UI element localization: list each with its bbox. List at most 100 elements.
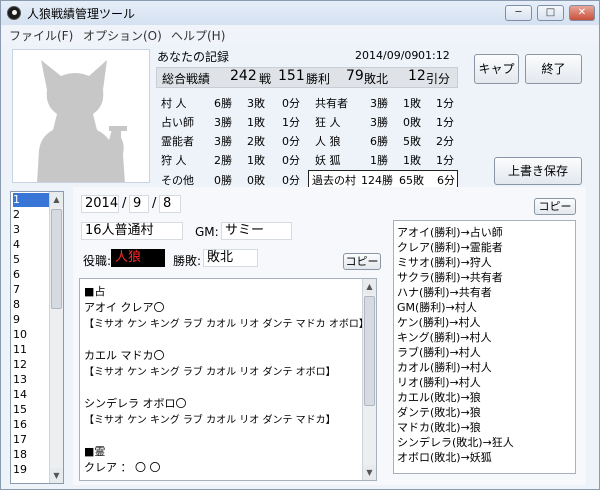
list-item[interactable]: 19 xyxy=(13,463,49,477)
window-title: 人狼戦績管理ツール xyxy=(27,7,136,21)
avatar xyxy=(12,49,150,183)
role-wins: 3勝 xyxy=(370,97,388,110)
list-item[interactable]: 7 xyxy=(13,283,49,297)
role-name: 人 狼 xyxy=(315,135,341,148)
role-draws: 0分 xyxy=(282,174,300,187)
app-icon xyxy=(7,6,21,20)
list-item[interactable]: 15 xyxy=(13,403,49,417)
role-wins: 0勝 xyxy=(214,174,232,187)
total-games-unit: 戦 xyxy=(259,72,272,86)
role-draws: 1分 xyxy=(436,116,454,129)
role-row: 共有者 3勝 1敗 1分 xyxy=(315,95,460,115)
role-wins: 3勝 xyxy=(214,116,232,129)
role-losses: 0敗 xyxy=(247,174,265,187)
notes-scrollbar[interactable]: ▲ ▼ xyxy=(362,279,376,480)
scroll-up-arrow-icon[interactable]: ▲ xyxy=(50,192,63,207)
results-textarea[interactable]: アオイ(勝利)→占い師 クレア(勝利)→霊能者 ミサオ(勝利)→狩人 サクラ(勝… xyxy=(393,220,576,474)
minimize-button[interactable]: ─ xyxy=(505,5,532,21)
role-name: 狩 人 xyxy=(161,154,187,167)
list-item[interactable]: 9 xyxy=(13,313,49,327)
menu-options[interactable]: オプション(O) xyxy=(83,27,162,44)
role-draws: 0分 xyxy=(282,135,300,148)
list-item[interactable]: 1 xyxy=(13,193,49,207)
role-row: 妖 狐 1勝 1敗 1分 xyxy=(315,152,460,172)
role-row: 占い師 3勝 1敗 1分 xyxy=(161,114,306,134)
past-draws: 6分 xyxy=(437,174,455,187)
list-item[interactable]: 14 xyxy=(13,388,49,402)
result-line: クレア(勝利)→霊能者 xyxy=(397,241,503,254)
menu-help[interactable]: ヘルプ(H) xyxy=(171,27,225,44)
date-separator: / xyxy=(122,196,127,211)
close-button[interactable]: ✕ xyxy=(569,5,595,21)
year-field[interactable]: 2014 xyxy=(81,195,119,213)
role-losses: 3敗 xyxy=(247,97,265,110)
past-label: 過去の村 xyxy=(312,174,356,187)
result-line: ハナ(勝利)→共有者 xyxy=(397,286,492,299)
list-item[interactable]: 6 xyxy=(13,268,49,282)
notes-line: アオイ クレア〇 xyxy=(84,301,165,314)
game-list-scrollbar[interactable]: ▲ ▼ xyxy=(49,192,63,483)
title-bar: 人狼戦績管理ツール ─ □ ✕ xyxy=(1,1,599,25)
role-wins: 3勝 xyxy=(370,116,388,129)
role-draws: 0分 xyxy=(282,97,300,110)
notes-line: ■占 xyxy=(84,285,106,298)
total-draws-unit: 引分 xyxy=(426,72,451,86)
role-losses: 2敗 xyxy=(247,135,265,148)
maximize-button[interactable]: □ xyxy=(537,5,564,21)
scroll-down-arrow-icon[interactable]: ▼ xyxy=(50,468,63,483)
role-label: 役職: xyxy=(83,254,112,268)
role-draws: 1分 xyxy=(436,154,454,167)
result-line: キング(勝利)→村人 xyxy=(397,331,492,344)
total-draws: 12 xyxy=(408,68,426,84)
gm-label: GM: xyxy=(195,225,219,239)
month-field[interactable]: 9 xyxy=(129,195,149,213)
role-name: 狂 人 xyxy=(315,116,341,129)
copy-notes-button[interactable]: コピー xyxy=(343,253,381,270)
list-item[interactable]: 5 xyxy=(13,253,49,267)
app-window: 人狼戦績管理ツール ─ □ ✕ ファイル(F) オプション(O) ヘルプ(H) … xyxy=(0,0,600,490)
scroll-thumb[interactable] xyxy=(364,296,375,406)
total-games: 242 xyxy=(230,68,257,84)
result-line: ラブ(勝利)→村人 xyxy=(397,346,481,359)
result-line: カエル(敗北)→狼 xyxy=(397,391,481,404)
list-item[interactable]: 3 xyxy=(13,223,49,237)
role-row: 霊能者 3勝 2敗 0分 xyxy=(161,133,306,153)
list-item[interactable]: 16 xyxy=(13,418,49,432)
menu-bar: ファイル(F) オプション(O) ヘルプ(H) xyxy=(1,25,599,44)
day-field[interactable]: 8 xyxy=(159,195,181,213)
role-row: 人 狼 6勝 5敗 2分 xyxy=(315,133,460,153)
list-item[interactable]: 17 xyxy=(13,433,49,447)
notes-line: シンデレラ オボロ〇 xyxy=(84,397,187,410)
game-list[interactable]: 1 2 3 4 5 6 7 8 9 10 11 12 13 14 15 16 1… xyxy=(10,191,64,484)
result-line: リオ(勝利)→村人 xyxy=(397,376,481,389)
capture-button[interactable]: キャプ xyxy=(474,54,519,84)
list-item[interactable]: 4 xyxy=(13,238,49,252)
record-date: 2014/09/09 xyxy=(355,49,419,62)
list-item[interactable]: 11 xyxy=(13,343,49,357)
role-name: その他 xyxy=(161,174,194,187)
gm-field[interactable]: サミー xyxy=(221,222,292,240)
scroll-thumb[interactable] xyxy=(51,209,62,309)
village-field[interactable]: 16人普通村 xyxy=(81,222,183,240)
result-field[interactable]: 敗北 xyxy=(203,249,258,267)
scroll-down-arrow-icon[interactable]: ▼ xyxy=(363,465,376,480)
scroll-up-arrow-icon[interactable]: ▲ xyxy=(363,279,376,294)
role-losses: 5敗 xyxy=(403,135,421,148)
role-draws: 0分 xyxy=(282,154,300,167)
main-content: あなたの記録 2014/09/09 01:12 総合戦績 242 戦 151 勝… xyxy=(1,44,599,489)
menu-file[interactable]: ファイル(F) xyxy=(9,27,73,44)
overwrite-save-button[interactable]: 上書き保存 xyxy=(494,157,582,185)
copy-results-button[interactable]: コピー xyxy=(534,198,576,215)
list-item[interactable]: 18 xyxy=(13,448,49,462)
role-row: 狩 人 2勝 1敗 0分 xyxy=(161,152,306,172)
role-wins: 6勝 xyxy=(370,135,388,148)
list-item[interactable]: 2 xyxy=(13,208,49,222)
result-line: オボロ(敗北)→妖狐 xyxy=(397,451,492,464)
list-item[interactable]: 12 xyxy=(13,358,49,372)
list-item[interactable]: 8 xyxy=(13,298,49,312)
list-item[interactable]: 13 xyxy=(13,373,49,387)
notes-textarea[interactable]: ■占 アオイ クレア〇 【ミサオ ケン キング ラブ カオル リオ ダンテ マド… xyxy=(79,278,377,481)
list-item[interactable]: 10 xyxy=(13,328,49,342)
role-field[interactable]: 人狼 xyxy=(111,249,165,267)
exit-button[interactable]: 終了 xyxy=(525,54,582,84)
